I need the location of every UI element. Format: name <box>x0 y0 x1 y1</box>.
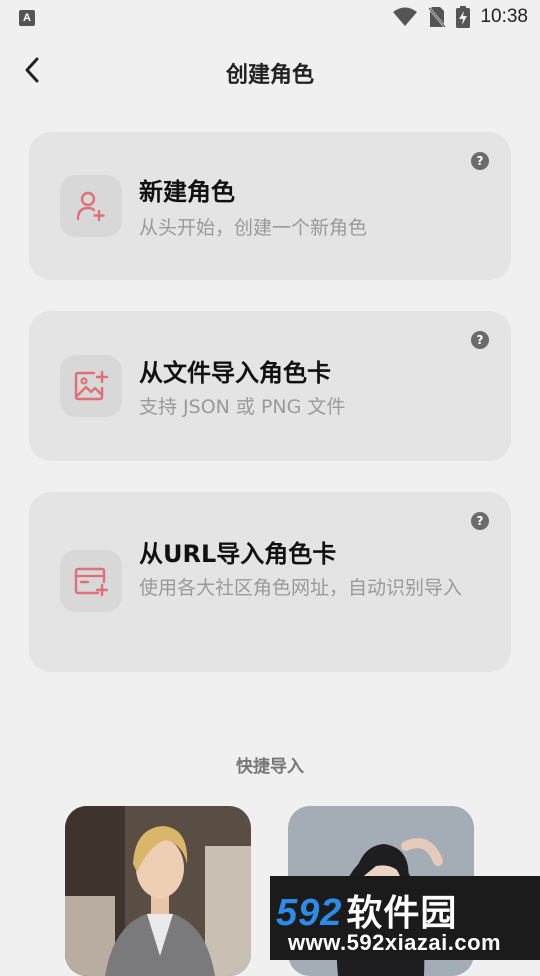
watermark-url: www.592xiazai.com <box>288 930 502 955</box>
import-url-icon-box <box>60 550 122 612</box>
help-icon[interactable]: ? <box>471 331 489 349</box>
browser-plus-icon <box>74 567 108 596</box>
card-title: 从文件导入角色卡 <box>139 359 331 387</box>
quick-import-label: 快捷导入 <box>236 757 304 777</box>
help-icon[interactable]: ? <box>471 152 489 170</box>
card-title: 新建角色 <box>139 178 235 206</box>
import-file-card[interactable]: 从文件导入角色卡 支持 JSON 或 PNG 文件 ? <box>29 311 511 461</box>
card-description: 使用各大社区角色网址，自动识别导入 <box>139 577 463 599</box>
watermark-logo: 592 软件园 www.592xiazai.com <box>270 876 540 960</box>
watermark-brand: 软件园 <box>346 892 458 933</box>
user-plus-icon <box>76 191 105 222</box>
image-plus-icon <box>74 370 108 401</box>
import-file-icon-box <box>60 355 122 417</box>
status-bar: A 10:38 <box>0 0 540 36</box>
watermark-number: 592 <box>276 892 343 934</box>
top-app-bar: 创建角色 <box>0 40 540 100</box>
import-url-card[interactable]: 从URL导入角色卡 使用各大社区角色网址，自动识别导入 ? <box>29 492 511 672</box>
new-character-icon-box <box>60 175 122 237</box>
card-description: 支持 JSON 或 PNG 文件 <box>139 396 346 418</box>
quick-import-character-male[interactable] <box>65 806 251 976</box>
battery-charging-icon <box>456 6 471 28</box>
card-title: 从URL导入角色卡 <box>139 540 337 568</box>
app-notification-icon: A <box>19 10 35 26</box>
character-portrait-image <box>65 806 251 976</box>
wifi-icon <box>393 7 418 26</box>
card-description: 从头开始，创建一个新角色 <box>139 217 368 239</box>
page-title: 创建角色 <box>225 63 314 88</box>
help-icon[interactable]: ? <box>471 512 489 530</box>
status-icons: 10:38 <box>392 6 528 28</box>
clock: 10:38 <box>480 6 528 27</box>
no-sim-icon <box>428 7 447 28</box>
new-character-card[interactable]: 新建角色 从头开始，创建一个新角色 ? <box>29 132 511 280</box>
